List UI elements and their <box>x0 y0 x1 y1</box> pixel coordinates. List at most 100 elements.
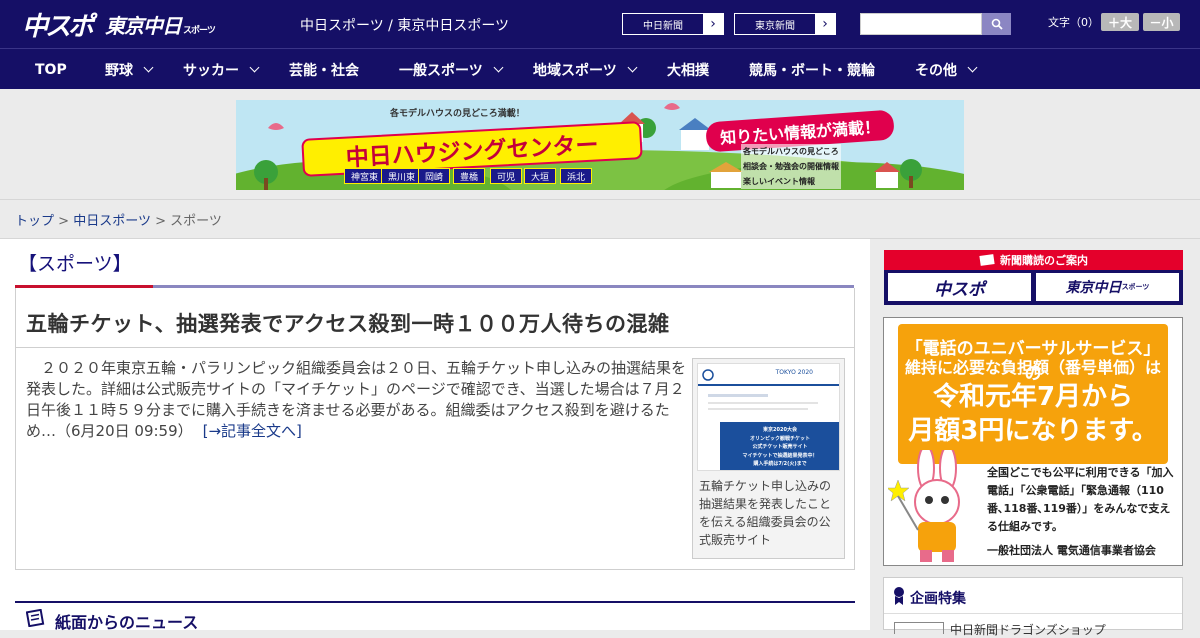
nav-item-label: 一般スポーツ <box>399 62 483 79</box>
nav-item-label: 大相撲 <box>667 62 709 79</box>
ad-description: 全国どこでも公平に利用できる「加入電話」「公衆電話」「緊急通報（110番､118… <box>987 466 1174 533</box>
article-summary: ２０２０年東京五輪・パラリンピック組織委員会は２０日、五輪チケット申し込みの抽選… <box>26 359 687 440</box>
breadcrumb-separator: > <box>155 214 166 229</box>
logo-tokyo-chunichi: 東京中日 スポーツ <box>105 10 216 39</box>
nav-item-label: 競馬・ボート・競輪 <box>749 62 875 79</box>
ad-line-3: 月額3円になります。 <box>908 416 1158 446</box>
divider <box>884 613 1182 614</box>
photo-brand: TOKYO 2020 <box>775 369 813 376</box>
universal-service-ad[interactable]: 「電話のユニバーサルサービス」の 維持に必要な負担額（番号単価）は 令和元年7月… <box>883 317 1183 566</box>
site-logo[interactable]: 中スポ 東京中日 スポーツ <box>22 8 216 42</box>
nav-item-soccer[interactable]: サッカー <box>183 49 260 90</box>
photo-line: 購入手続は7/2(火)まで <box>753 461 807 467</box>
subscribe-tokyo-text: 東京中日 <box>1065 280 1122 296</box>
chevron-down-icon <box>493 62 504 73</box>
nav-item-keiba[interactable]: 競馬・ボート・競輪 <box>749 49 875 90</box>
photo-text-line <box>708 402 818 404</box>
housing-center-banner[interactable]: 各モデルハウスの見どころ満載！ 中日ハウジングセンター 知りたい情報が満載！ 各… <box>236 100 964 190</box>
banner-bullet-1: 各モデルハウスの見どころ <box>743 147 839 156</box>
article-body: ２０２０年東京五輪・パラリンピック組織委員会は２０日、五輪チケット申し込みの抽選… <box>26 358 686 442</box>
photo-text-line <box>708 394 768 397</box>
site-title-link[interactable]: 中日スポーツ / 東京中日スポーツ <box>300 15 509 35</box>
chevron-down-icon <box>249 62 260 73</box>
feature-box: 企画特集 中日新聞ドラゴンズショップ <box>883 577 1183 637</box>
news-section-header: 紙面からのニュース <box>15 601 855 632</box>
tokyo-shinbun-button[interactable]: 東京新聞 › <box>734 13 836 35</box>
logo-chuspo: 中スポ <box>22 11 94 42</box>
breadcrumb: トップ > 中日スポーツ > スポーツ <box>15 210 222 229</box>
subscription-header: 新聞購読のご案内 <box>884 250 1183 270</box>
article-headline[interactable]: 五輪チケット、抽選発表でアクセス殺到一時１００万人待ちの混雑 <box>26 308 670 338</box>
banner-bullets: 各モデルハウスの見どころ 相談会・勉強会の開催情報 楽しいイベント情報 <box>741 144 841 189</box>
news-section-title: 紙面からのニュース <box>55 613 199 632</box>
nav-item-label: 地域スポーツ <box>533 62 617 79</box>
nav-item-baseball[interactable]: 野球 <box>105 49 154 90</box>
banner-location-tag: 豊橋 <box>453 168 486 184</box>
subscription-box[interactable]: 新聞購読のご案内 中スポ 東京中日 スポーツ <box>884 250 1183 305</box>
font-size-label: 文字（0） <box>1048 16 1099 29</box>
logo-tokyo-text: 東京中日 <box>105 13 182 38</box>
banner-top-text: 各モデルハウスの見どころ満載！ <box>390 109 525 119</box>
font-smaller-button[interactable]: －小 <box>1143 13 1180 31</box>
breadcrumb-top-link[interactable]: トップ <box>15 214 54 229</box>
nav-item-label: 芸能・社会 <box>289 62 359 79</box>
search-input[interactable] <box>860 13 982 35</box>
article-photo[interactable]: TOKYO 2020 東京2020大会 オリンピック観戦チケット 公式チケット販… <box>692 358 845 559</box>
ad-line-2: 令和元年7月から <box>932 382 1134 412</box>
nav-item-general-sports[interactable]: 一般スポーツ <box>399 49 504 90</box>
nav-item-sumo[interactable]: 大相撲 <box>667 49 709 90</box>
ad-area: 各モデルハウスの見どころ満載！ 中日ハウジングセンター 知りたい情報が満載！ 各… <box>0 89 1200 200</box>
main-nav: TOP 野球 サッカー 芸能・社会 一般スポーツ 地域スポーツ 大相撲 競馬・ボ… <box>0 48 1200 89</box>
emblem-icon <box>702 369 714 381</box>
category-title: 【スポーツ】 <box>18 253 132 275</box>
subscribe-chuspo: 中スポ <box>888 273 1031 301</box>
feature-title: 企画特集 <box>910 591 966 607</box>
newspaper-icon <box>979 254 995 266</box>
banner-location-tag: 浜北 <box>560 168 593 184</box>
ad-headline-box: 「電話のユニバーサルサービス」の 維持に必要な負担額（番号単価）は 令和元年7月… <box>898 324 1168 464</box>
divider <box>16 347 854 348</box>
main-content: 【スポーツ】 五輪チケット、抽選発表でアクセス殺到一時１００万人待ちの混雑 ２０… <box>0 239 870 632</box>
banner-location-tag: 大垣 <box>524 168 557 184</box>
photo-line: 東京2020大会 <box>763 427 797 433</box>
photo-line: 公式チケット販売サイト <box>752 444 808 450</box>
rabbit-mascot-icon <box>888 450 960 562</box>
photo-line: オリンピック観戦チケット <box>749 435 810 442</box>
subscribe-tokyo-small: スポーツ <box>1121 283 1150 291</box>
chunichi-shinbun-button[interactable]: 中日新聞 › <box>622 13 724 35</box>
feature-thumbnail[interactable] <box>894 622 944 634</box>
chevron-right-icon: › <box>703 14 723 34</box>
read-more-link[interactable]: [→記事全文へ] <box>203 422 302 440</box>
ad-organization: 一般社団法人 電気通信事業者協会 <box>987 544 1156 557</box>
article-card: 五輪チケット、抽選発表でアクセス殺到一時１００万人待ちの混雑 ２０２０年東京五輪… <box>15 288 855 570</box>
search-button[interactable] <box>982 13 1011 35</box>
chunichi-shinbun-label: 中日新聞 <box>643 20 683 32</box>
breadcrumb-separator: > <box>58 214 70 229</box>
nav-item-local-sports[interactable]: 地域スポーツ <box>533 49 638 90</box>
banner-location-tag: 岡崎 <box>418 168 451 184</box>
nav-item-label: サッカー <box>183 62 239 79</box>
search-icon <box>991 18 1003 30</box>
tokyo-shinbun-label: 東京新聞 <box>755 20 795 32</box>
breadcrumb-current: スポーツ <box>170 214 222 229</box>
font-larger-button[interactable]: ＋大 <box>1101 13 1139 31</box>
chevron-right-icon: › <box>815 14 835 34</box>
photo-line: マイチケットで抽選結果発表中！ <box>742 452 818 459</box>
banner-location-tag: 神宮東 <box>344 168 386 184</box>
banner-bullet-3: 楽しいイベント情報 <box>743 177 815 186</box>
award-ribbon-icon <box>894 587 904 605</box>
breadcrumb-section-link[interactable]: 中日スポーツ <box>73 214 151 229</box>
nav-item-label: 野球 <box>105 62 133 79</box>
nav-item-top[interactable]: TOP <box>35 49 67 90</box>
nav-item-entertainment[interactable]: 芸能・社会 <box>289 49 359 90</box>
subscribe-tokyo-chunichi: 東京中日 スポーツ <box>1036 273 1179 301</box>
chevron-down-icon <box>143 62 154 73</box>
photo-text-line <box>708 408 808 410</box>
photo-overlay: 東京2020大会 オリンピック観戦チケット 公式チケット販売サイト マイチケット… <box>720 422 839 470</box>
search-box <box>860 13 1011 35</box>
nav-item-other[interactable]: その他 <box>915 49 978 90</box>
newspaper-icon <box>26 609 45 627</box>
chevron-down-icon <box>967 62 978 73</box>
nav-item-label: TOP <box>35 61 67 78</box>
banner-location-tag: 黒川東 <box>381 168 423 184</box>
